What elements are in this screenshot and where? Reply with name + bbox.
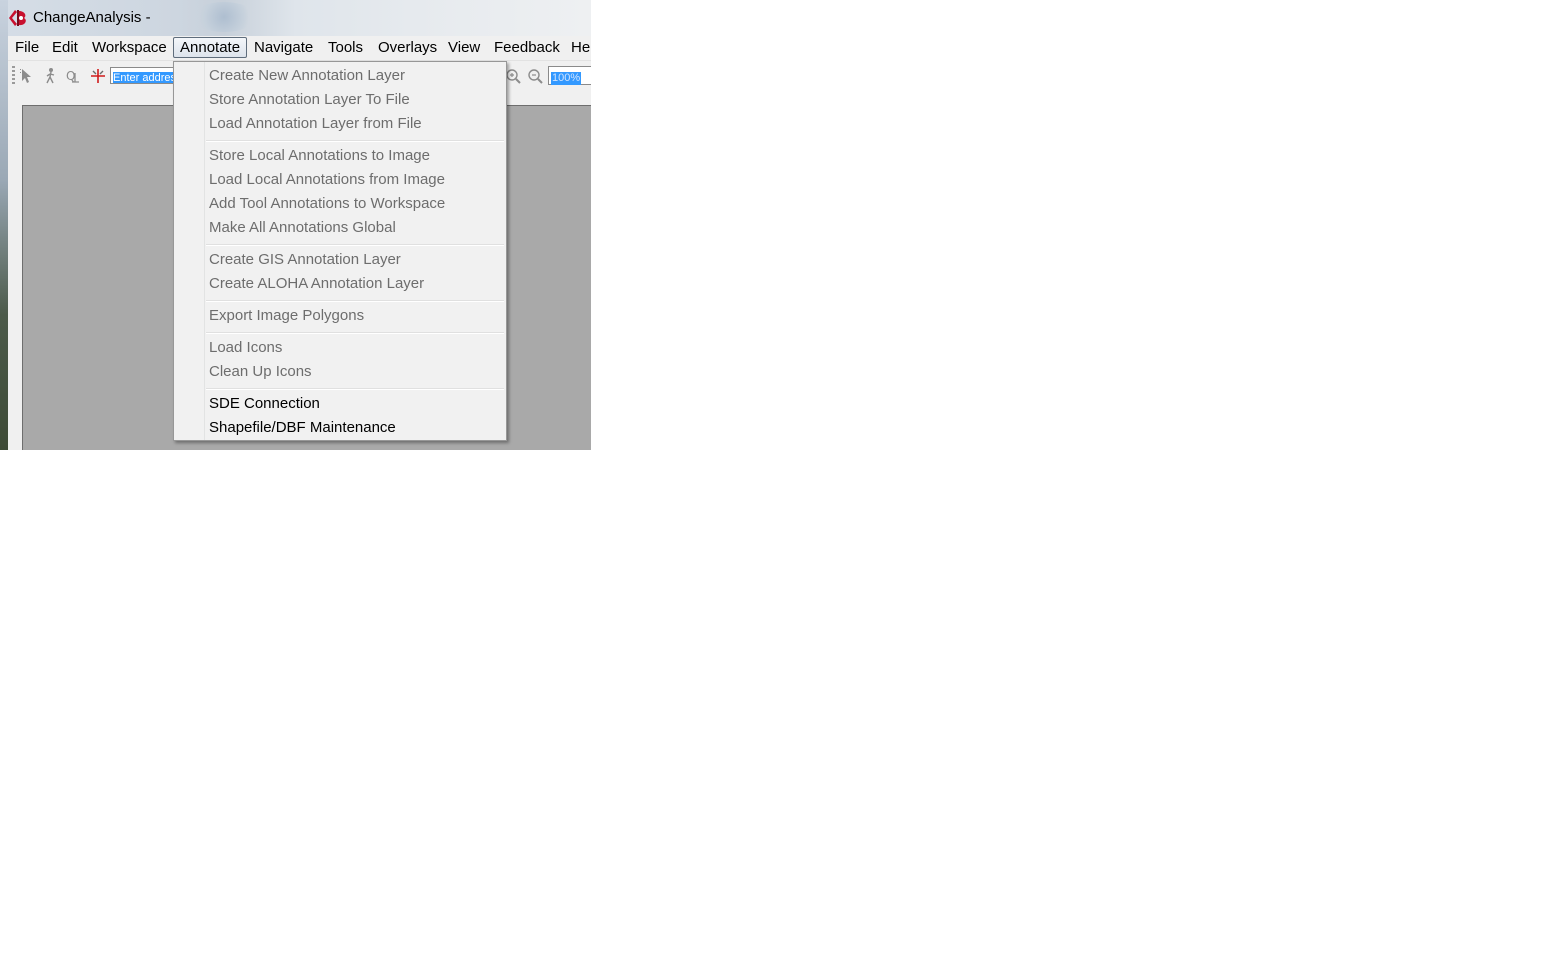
menu-view[interactable]: View: [442, 37, 486, 58]
window-left-edge: [0, 0, 8, 450]
menu-annotate[interactable]: Annotate: [173, 37, 248, 58]
menu-workspace[interactable]: Workspace: [86, 37, 173, 58]
address-field[interactable]: Enter address: [110, 67, 178, 84]
menu-make-annotations-global[interactable]: Make All Annotations Global: [209, 216, 396, 240]
app-window: ChangeAnalysis - File Edit Workspace Ann…: [0, 0, 591, 450]
zoom-out-icon[interactable]: [526, 67, 544, 85]
menu-separator: [206, 332, 504, 334]
svg-text:Q: Q: [66, 69, 75, 83]
title-bar[interactable]: ChangeAnalysis -: [0, 0, 591, 36]
menu-sde-connection[interactable]: SDE Connection: [209, 392, 320, 416]
address-placeholder: Enter address: [113, 72, 177, 83]
menu-store-annotation-layer-to-file[interactable]: Store Annotation Layer To File: [209, 88, 410, 112]
zoom-level-field[interactable]: 100%: [548, 66, 591, 85]
query-icon[interactable]: Q: [64, 67, 82, 85]
menu-separator: [206, 300, 504, 302]
menu-create-aloha-annotation-layer[interactable]: Create ALOHA Annotation Layer: [209, 272, 424, 296]
menu-clean-up-icons[interactable]: Clean Up Icons: [209, 360, 312, 384]
menu-navigate[interactable]: Navigate: [248, 37, 319, 58]
menu-file[interactable]: File: [9, 37, 45, 58]
menu-create-gis-annotation-layer[interactable]: Create GIS Annotation Layer: [209, 248, 401, 272]
menu-tools[interactable]: Tools: [322, 37, 369, 58]
window-title: ChangeAnalysis -: [33, 9, 151, 26]
menu-feedback[interactable]: Feedback: [488, 37, 566, 58]
walk-icon[interactable]: [42, 67, 60, 85]
annotate-dropdown-menu: Create New Annotation Layer Store Annota…: [173, 61, 507, 441]
app-logo-icon: [9, 10, 26, 26]
crosshair-icon[interactable]: [89, 67, 107, 85]
menu-shapefile-dbf-maintenance[interactable]: Shapefile/DBF Maintenance: [209, 416, 396, 440]
menu-separator: [206, 244, 504, 246]
toolbar-grip[interactable]: [12, 66, 15, 86]
title-bar-decoration: [192, 2, 256, 32]
menu-load-annotation-layer-from-file[interactable]: Load Annotation Layer from File: [209, 112, 422, 136]
menu-add-tool-annotations[interactable]: Add Tool Annotations to Workspace: [209, 192, 445, 216]
menu-separator: [206, 140, 504, 142]
menu-store-local-annotations[interactable]: Store Local Annotations to Image: [209, 144, 430, 168]
menu-separator: [206, 388, 504, 390]
menu-load-local-annotations[interactable]: Load Local Annotations from Image: [209, 168, 445, 192]
menu-export-image-polygons[interactable]: Export Image Polygons: [209, 304, 364, 328]
menu-load-icons[interactable]: Load Icons: [209, 336, 282, 360]
menu-bar: File Edit Workspace Annotate Navigate To…: [8, 36, 591, 60]
menu-help[interactable]: He: [565, 37, 591, 58]
menu-icon-gutter: [174, 62, 205, 440]
menu-create-new-annotation-layer[interactable]: Create New Annotation Layer: [209, 64, 405, 88]
select-arrow-icon[interactable]: [18, 67, 36, 85]
menu-edit[interactable]: Edit: [46, 37, 84, 58]
menu-overlays[interactable]: Overlays: [372, 37, 443, 58]
zoom-level-value: 100%: [551, 72, 582, 85]
